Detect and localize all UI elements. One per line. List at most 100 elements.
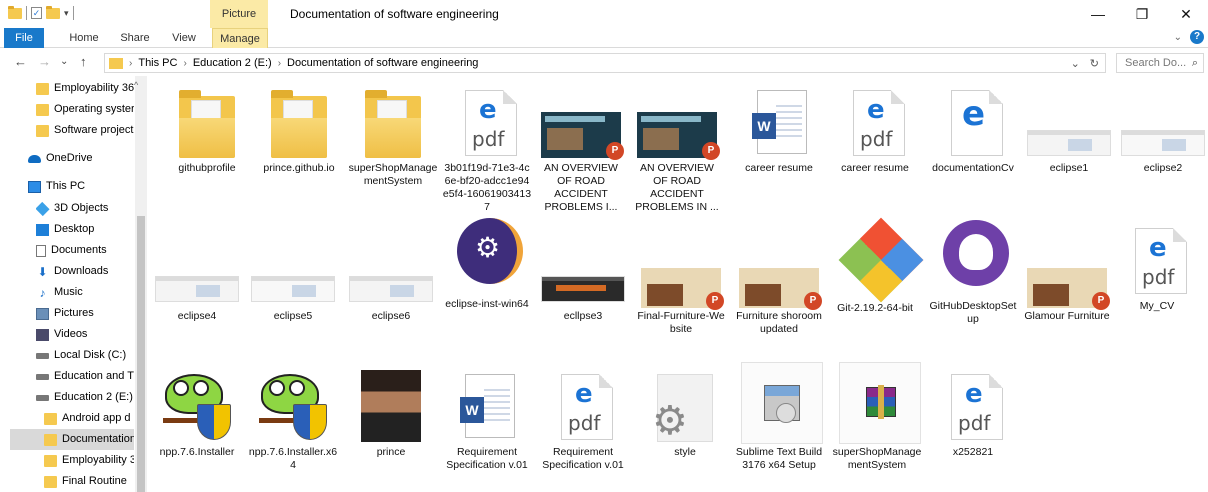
file-item[interactable]: e pdf x252821 <box>926 360 1020 459</box>
file-item[interactable]: ecllpse3 <box>536 224 630 323</box>
sidebar-item-employability-36[interactable]: Employability 36 <box>36 78 134 99</box>
up-button[interactable]: ↑ <box>80 54 87 69</box>
file-item[interactable]: superShopManagementSystem <box>830 360 924 472</box>
sidebar-item-onedrive[interactable]: OneDrive <box>28 148 134 169</box>
folder-icon <box>36 82 49 95</box>
sidebar-item-android-app[interactable]: Android app d <box>44 408 134 429</box>
file-name: Furniture shoroom updated <box>736 310 822 335</box>
sidebar-item-operating-system[interactable]: Operating syster <box>36 99 134 120</box>
file-item[interactable]: P AN OVERVIEW OF ROAD ACCIDENT PROBLEMS … <box>534 76 628 214</box>
file-item[interactable]: prince.github.io <box>252 76 346 175</box>
help-icon[interactable]: ? <box>1190 30 1204 44</box>
sidebar-item-label: Pictures <box>54 307 94 319</box>
powerpoint-icon: P <box>537 76 625 162</box>
sidebar-item-employability-3[interactable]: Employability 3 <box>44 450 134 471</box>
file-item[interactable]: eclipse2 <box>1116 76 1208 175</box>
breadcrumb-this-pc[interactable]: This PC <box>138 57 177 69</box>
folder-icon <box>44 433 57 446</box>
folder-icon <box>44 475 57 488</box>
new-folder-icon[interactable] <box>46 5 60 19</box>
sidebar-item-documentation[interactable]: Documentation <box>10 429 134 450</box>
powerpoint-icon: P <box>735 224 823 310</box>
file-item[interactable]: eclipse5 <box>246 224 340 323</box>
breadcrumb-separator: › <box>183 57 187 69</box>
sidebar-item-label: OneDrive <box>46 152 93 164</box>
file-name: career resume <box>745 162 813 174</box>
breadcrumb-current-folder[interactable]: Documentation of software engineering <box>287 57 478 69</box>
image-thumbnail <box>1119 76 1207 162</box>
notepad-plus-plus-icon <box>153 360 241 446</box>
tab-share[interactable]: Share <box>112 28 158 48</box>
file-item[interactable]: e pdf 3b01f19d-71e3-4c6e-bf20-adcc1e94e5f… <box>440 76 534 214</box>
ribbon-controls: ⌄ ? <box>1174 30 1204 44</box>
file-item[interactable]: prince <box>344 360 438 459</box>
separator <box>72 6 74 20</box>
folder-icon <box>44 454 57 467</box>
file-item[interactable]: eclipse4 <box>150 224 244 323</box>
sidebar-item-music[interactable]: ♪ Music <box>36 282 134 303</box>
file-name: 3b01f19d-71e3-4c6e-bf20-adcc1e94e5f4-160… <box>442 162 532 213</box>
file-item[interactable]: npp.7.6.Installer.x64 <box>246 360 340 472</box>
sidebar-item-pictures[interactable]: Pictures <box>36 303 134 324</box>
file-item[interactable]: githubprofile <box>160 76 254 175</box>
file-item[interactable]: Git-2.19.2-64-bit <box>828 217 924 315</box>
file-item[interactable]: W Requirement Specification v.01 <box>440 360 534 472</box>
navigation-bar: ← → ⌄ ↑ › This PC › Education 2 (E:) › D… <box>0 50 1208 76</box>
sidebar-item-3d-objects[interactable]: 3D Objects <box>36 198 134 219</box>
file-item[interactable]: P AN OVERVIEW OF ROAD ACCIDENT PROBLEMS … <box>630 76 724 214</box>
sidebar-item-software-project[interactable]: Software project <box>36 120 134 141</box>
scroll-up-icon[interactable]: ^ <box>134 80 138 90</box>
file-item[interactable]: superShopManagementSystem <box>346 76 440 188</box>
file-item[interactable]: e documentationCv <box>926 76 1020 175</box>
file-item[interactable]: GitHubDesktopSetup <box>926 220 1020 326</box>
search-box[interactable]: Search Do... ⌕ <box>1116 53 1204 73</box>
file-item[interactable]: P Glamour Furniture <box>1020 224 1114 323</box>
winrar-archive-icon <box>833 360 921 446</box>
expand-ribbon-icon[interactable]: ⌄ <box>1174 32 1182 43</box>
sidebar-item-local-disk-c[interactable]: Local Disk (C:) <box>36 345 134 366</box>
tab-file[interactable]: File <box>4 28 44 48</box>
file-item[interactable]: e pdf career resume <box>828 76 922 175</box>
sidebar-item-desktop[interactable]: Desktop <box>36 219 134 240</box>
file-item[interactable]: ⚙ style <box>638 360 732 459</box>
minimize-button[interactable]: — <box>1076 0 1120 28</box>
tab-manage[interactable]: Manage <box>212 28 268 48</box>
breadcrumb-education-2[interactable]: Education 2 (E:) <box>193 57 272 69</box>
address-dropdown-icon[interactable]: ⌄ <box>1071 57 1080 70</box>
file-item[interactable]: e pdf Requirement Specification v.01 <box>536 360 630 472</box>
file-item[interactable]: ⚙ eclipse-inst-win64 <box>440 218 534 311</box>
properties-icon[interactable]: ✓ <box>31 7 42 19</box>
tab-view[interactable]: View <box>162 28 206 48</box>
sidebar-item-education-2[interactable]: Education 2 (E:) <box>36 387 134 408</box>
refresh-button[interactable]: ↻ <box>1090 57 1099 70</box>
file-name: superShopManagementSystem <box>348 162 438 187</box>
powerpoint-icon: P <box>637 224 725 310</box>
sidebar-item-documents[interactable]: Documents <box>36 240 134 261</box>
sidebar-item-final-routine[interactable]: Final Routine <box>44 471 134 492</box>
pdf-icon: e pdf <box>539 360 627 446</box>
file-item[interactable]: eclipse6 <box>344 224 438 323</box>
address-bar[interactable]: › This PC › Education 2 (E:) › Documenta… <box>104 53 1106 73</box>
powerpoint-icon: P <box>633 76 721 162</box>
sidebar-item-videos[interactable]: Videos <box>36 324 134 345</box>
back-button[interactable]: ← <box>14 54 27 69</box>
file-item[interactable]: e pdf My_CV <box>1110 224 1204 313</box>
sidebar-item-downloads[interactable]: ⬇ Downloads <box>36 261 134 282</box>
folder-icon <box>163 76 251 162</box>
file-item[interactable]: P Final-Furniture-Website <box>634 224 728 336</box>
close-button[interactable]: ✕ <box>1164 0 1208 28</box>
file-item[interactable]: W career resume <box>732 76 826 175</box>
file-name: x252821 <box>952 446 994 458</box>
maximize-button[interactable]: ❐ <box>1120 0 1164 28</box>
file-item[interactable]: P Furniture shoroom updated <box>732 224 826 336</box>
file-item[interactable]: Sublime Text Build 3176 x64 Setup <box>732 360 826 472</box>
tab-home[interactable]: Home <box>60 28 108 48</box>
recent-locations-button[interactable]: ⌄ <box>60 56 68 67</box>
customize-toolbar-icon[interactable]: ▾ <box>64 8 69 19</box>
sidebar-item-education-and-t[interactable]: Education and T <box>36 366 134 387</box>
forward-button[interactable]: → <box>38 54 51 69</box>
file-item[interactable]: eclipse1 <box>1022 76 1116 175</box>
file-item[interactable]: npp.7.6.Installer <box>150 360 244 459</box>
sidebar-item-this-pc[interactable]: This PC <box>28 176 134 197</box>
sidebar-scrollbar-thumb[interactable] <box>137 216 145 492</box>
